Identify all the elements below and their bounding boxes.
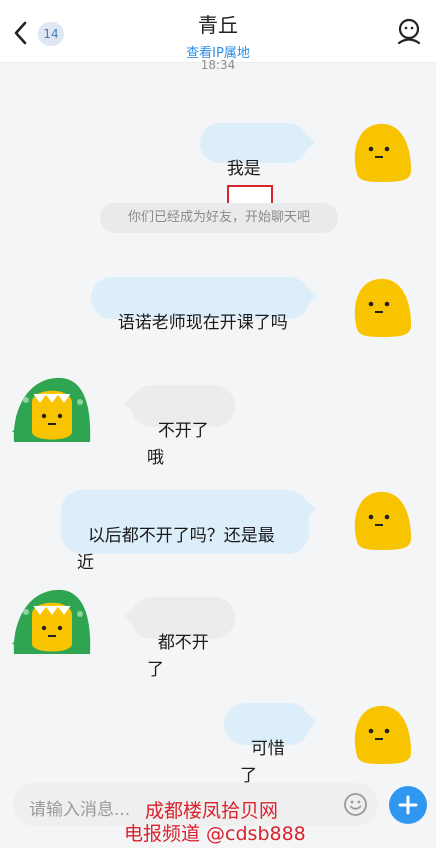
message-text: 以后都不开了吗？还是最 近 (77, 526, 275, 573)
green-dinosaur-avatar[interactable] (8, 584, 94, 660)
input-placeholder: 请输入消息... (29, 800, 131, 820)
system-notice: 你们已经成为好友，开始聊天吧 (100, 203, 338, 233)
message-text: 我是 (226, 159, 261, 179)
watermark-line-2: 电报频道 @cdsb888 (124, 823, 306, 845)
watermark-line-1: 成都楼凤拾贝网 (145, 800, 279, 822)
message-bubble-self[interactable]: 我是 (200, 123, 315, 208)
profile-icon (397, 18, 421, 45)
yellow-blob-avatar[interactable] (345, 700, 415, 770)
green-dinosaur-avatar[interactable] (8, 372, 94, 448)
message-text: 可惜了 (240, 739, 285, 786)
chat-header: 14 青丘 查看IP属地 (0, 0, 436, 63)
profile-button[interactable] (394, 16, 424, 46)
plus-icon (398, 795, 418, 815)
yellow-blob-avatar[interactable] (345, 486, 415, 556)
message-bubble-self[interactable]: 语诺老师现在开课了吗 (91, 277, 317, 333)
message-text: 语诺老师现在开课了吗 (117, 313, 288, 333)
yellow-blob-avatar[interactable] (345, 118, 415, 188)
message-bubble-other[interactable]: 不开了哦 (124, 385, 235, 468)
message-timestamp: 18:34 (200, 58, 236, 72)
chat-title: 青丘 (198, 13, 238, 37)
message-text: 不开了哦 (147, 421, 209, 468)
message-bubble-other[interactable]: 都不开了 (124, 597, 235, 680)
message-bubble-self[interactable]: 以后都不开了吗？还是最 近 (61, 490, 316, 573)
message-text: 都不开了 (147, 633, 209, 680)
add-button[interactable] (389, 786, 427, 824)
message-bubble-self[interactable]: 可惜了 (224, 703, 317, 786)
yellow-blob-avatar[interactable] (345, 273, 415, 343)
emoji-icon[interactable] (343, 792, 368, 817)
